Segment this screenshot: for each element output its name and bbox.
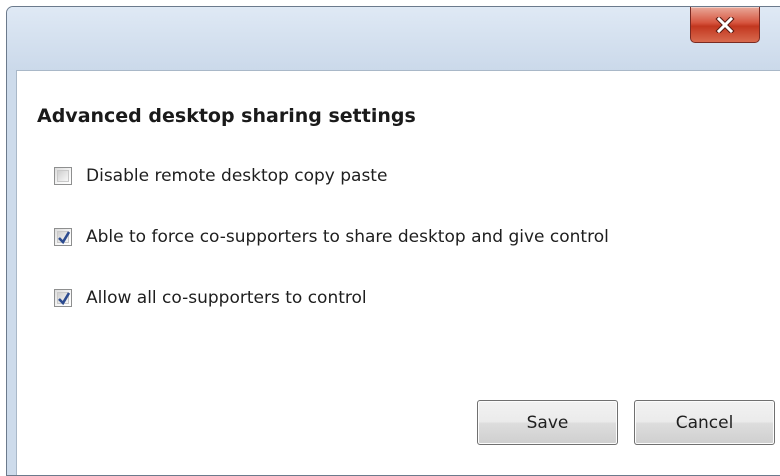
dialog-content: Advanced desktop sharing settings Disabl… — [16, 70, 780, 475]
dialog-heading: Advanced desktop sharing settings — [37, 105, 416, 127]
check-mark-icon — [58, 231, 71, 245]
close-icon — [715, 16, 735, 33]
save-button[interactable]: Save — [477, 400, 618, 445]
cancel-button[interactable]: Cancel — [634, 400, 775, 445]
option-allow-co-supporters-control[interactable]: Allow all co-supporters to control — [54, 288, 367, 308]
checkbox-force-co-supporters-share[interactable] — [54, 228, 72, 246]
check-mark-icon — [58, 292, 71, 306]
close-button[interactable] — [690, 7, 760, 43]
checkbox-allow-co-supporters-control[interactable] — [54, 289, 72, 307]
option-disable-copy-paste[interactable]: Disable remote desktop copy paste — [54, 166, 387, 186]
dialog-window: Advanced desktop sharing settings Disabl… — [6, 6, 780, 476]
option-label: Able to force co-supporters to share des… — [86, 227, 609, 247]
title-bar[interactable] — [7, 7, 780, 70]
option-label: Allow all co-supporters to control — [86, 288, 367, 308]
option-label: Disable remote desktop copy paste — [86, 166, 388, 186]
option-force-co-supporters-share[interactable]: Able to force co-supporters to share des… — [54, 227, 609, 247]
checkbox-disable-copy-paste[interactable] — [54, 167, 72, 185]
